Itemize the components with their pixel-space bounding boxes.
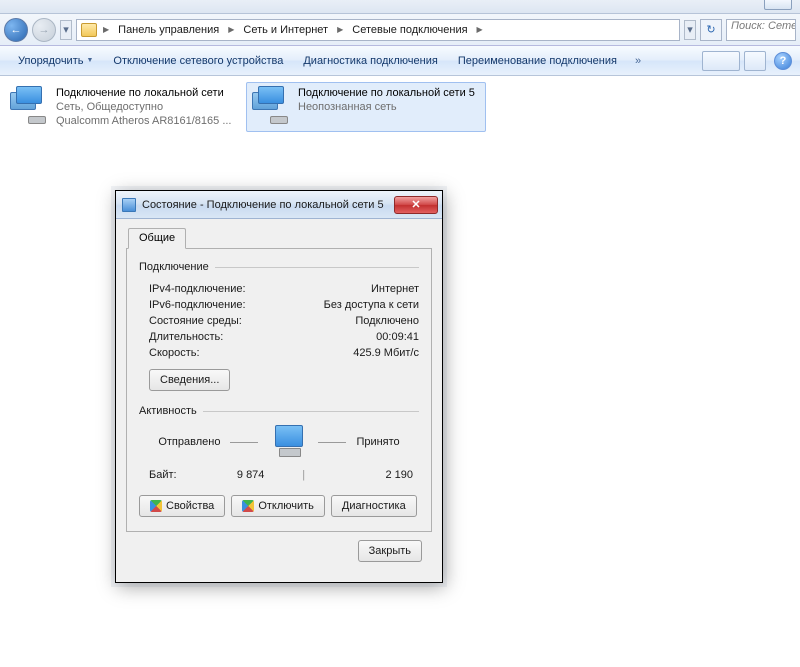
media-state-label: Состояние среды:	[149, 315, 242, 327]
close-icon: ✕	[411, 198, 420, 211]
breadcrumb-box[interactable]: ▶ Панель управления ▶ Сеть и Интернет ▶ …	[76, 19, 680, 41]
connection-device: Qualcomm Atheros AR8161/8165 ...	[56, 114, 232, 128]
group-title: Подключение	[139, 261, 209, 273]
close-button[interactable]: Закрыть	[358, 540, 422, 562]
address-dropdown[interactable]: ▾	[684, 20, 696, 40]
chevron-down-icon: ▼	[86, 57, 93, 64]
window-maximize-button[interactable]	[764, 0, 792, 10]
disable-button[interactable]: Отключить	[231, 495, 325, 517]
toolbar-overflow-button[interactable]: »	[627, 55, 649, 67]
sent-label: Отправлено	[158, 436, 220, 448]
preview-pane-button[interactable]	[744, 51, 766, 71]
duration-value: 00:09:41	[376, 331, 419, 343]
diagnose-connection-button[interactable]: Диагностика подключения	[293, 51, 447, 71]
button-label: Закрыть	[369, 545, 411, 557]
connection-name: Подключение по локальной сети	[56, 86, 232, 100]
connection-status-dialog: Состояние - Подключение по локальной сет…	[115, 190, 443, 583]
bytes-sent-value: 9 874	[194, 469, 264, 481]
nav-forward-button[interactable]: →	[32, 18, 56, 42]
diagnose-button[interactable]: Диагностика	[331, 495, 417, 517]
activity-line-icon	[318, 442, 346, 443]
dialog-titlebar[interactable]: Состояние - Подключение по локальной сет…	[116, 191, 442, 219]
folder-icon	[81, 23, 97, 37]
activity-line-icon	[230, 442, 258, 443]
arrow-right-icon: →	[39, 24, 50, 36]
refresh-icon: ↻	[706, 23, 715, 36]
network-icon	[122, 198, 136, 212]
ipv6-value: Без доступа к сети	[324, 299, 419, 311]
ipv4-value: Интернет	[371, 283, 419, 295]
button-label: Диагностика	[342, 500, 406, 512]
disable-device-button[interactable]: Отключение сетевого устройства	[103, 51, 293, 71]
computer-activity-icon	[268, 425, 308, 459]
button-label: Свойства	[166, 500, 214, 512]
command-toolbar: Упорядочить ▼ Отключение сетевого устрой…	[0, 46, 800, 76]
breadcrumb-sep-icon: ▶	[101, 25, 111, 34]
breadcrumb-item[interactable]: Сеть и Интернет	[240, 24, 331, 36]
address-bar: ← → ▾ ▶ Панель управления ▶ Сеть и Интер…	[0, 14, 800, 46]
breadcrumb-sep-icon: ▶	[475, 25, 485, 34]
breadcrumb-sep-icon: ▶	[335, 25, 345, 34]
separator: |	[282, 469, 325, 481]
speed-value: 425.9 Мбит/с	[353, 347, 419, 359]
toolbar-label: Упорядочить	[18, 55, 83, 67]
shield-icon	[242, 500, 254, 512]
button-label: Сведения...	[160, 374, 219, 386]
rename-connection-button[interactable]: Переименование подключения	[448, 51, 627, 71]
toolbar-label: Диагностика подключения	[303, 55, 437, 67]
shield-icon	[150, 500, 162, 512]
dialog-close-button[interactable]: ✕	[394, 196, 438, 214]
duration-label: Длительность:	[149, 331, 223, 343]
chevron-down-icon: ▾	[63, 23, 69, 36]
view-options-button[interactable]	[702, 51, 740, 71]
activity-group: Активность Отправлено Принято Байт: 9 87…	[139, 405, 419, 481]
connection-item[interactable]: Подключение по локальной сети 5 Неопозна…	[246, 82, 486, 132]
help-icon: ?	[780, 55, 787, 67]
help-button[interactable]: ?	[774, 52, 792, 70]
speed-label: Скорость:	[149, 347, 200, 359]
nav-history-dropdown[interactable]: ▾	[60, 20, 72, 40]
bytes-received-value: 2 190	[343, 469, 413, 481]
arrow-left-icon: ←	[11, 24, 22, 36]
nav-back-button[interactable]: ←	[4, 18, 28, 42]
ipv6-label: IPv6-подключение:	[149, 299, 246, 311]
network-adapter-icon	[252, 86, 292, 126]
bytes-label: Байт:	[149, 469, 177, 481]
dialog-tabstrip: Общие	[126, 227, 432, 249]
connections-list: Подключение по локальной сети Сеть, Обще…	[0, 76, 800, 138]
dialog-tabpanel: Подключение IPv4-подключение: Интернет IP…	[126, 249, 432, 532]
media-state-value: Подключено	[355, 315, 419, 327]
connection-group: Подключение IPv4-подключение: Интернет IP…	[139, 261, 419, 391]
tab-general[interactable]: Общие	[128, 228, 186, 249]
breadcrumb-sep-icon: ▶	[226, 25, 236, 34]
breadcrumb-item[interactable]: Сетевые подключения	[349, 24, 470, 36]
connection-status: Сеть, Общедоступно	[56, 100, 232, 114]
ipv4-label: IPv4-подключение:	[149, 283, 246, 295]
properties-button[interactable]: Свойства	[139, 495, 225, 517]
breadcrumb-item[interactable]: Панель управления	[115, 24, 222, 36]
received-label: Принято	[356, 436, 399, 448]
dialog-title: Состояние - Подключение по локальной сет…	[142, 199, 394, 211]
window-titlebar	[0, 0, 800, 14]
details-button[interactable]: Сведения...	[149, 369, 230, 391]
button-label: Отключить	[258, 500, 314, 512]
chevron-down-icon: ▾	[687, 23, 693, 36]
connection-item[interactable]: Подключение по локальной сети Сеть, Обще…	[4, 82, 244, 132]
refresh-button[interactable]: ↻	[700, 19, 722, 41]
toolbar-label: Переименование подключения	[458, 55, 617, 67]
search-input[interactable]: Поиск: Сетев	[726, 19, 796, 41]
connection-status: Неопознанная сеть	[298, 100, 475, 114]
connection-name: Подключение по локальной сети 5	[298, 86, 475, 100]
tab-label: Общие	[139, 232, 175, 244]
toolbar-label: Отключение сетевого устройства	[113, 55, 283, 67]
network-adapter-icon	[10, 86, 50, 126]
group-title: Активность	[139, 405, 197, 417]
organize-button[interactable]: Упорядочить ▼	[8, 51, 103, 71]
